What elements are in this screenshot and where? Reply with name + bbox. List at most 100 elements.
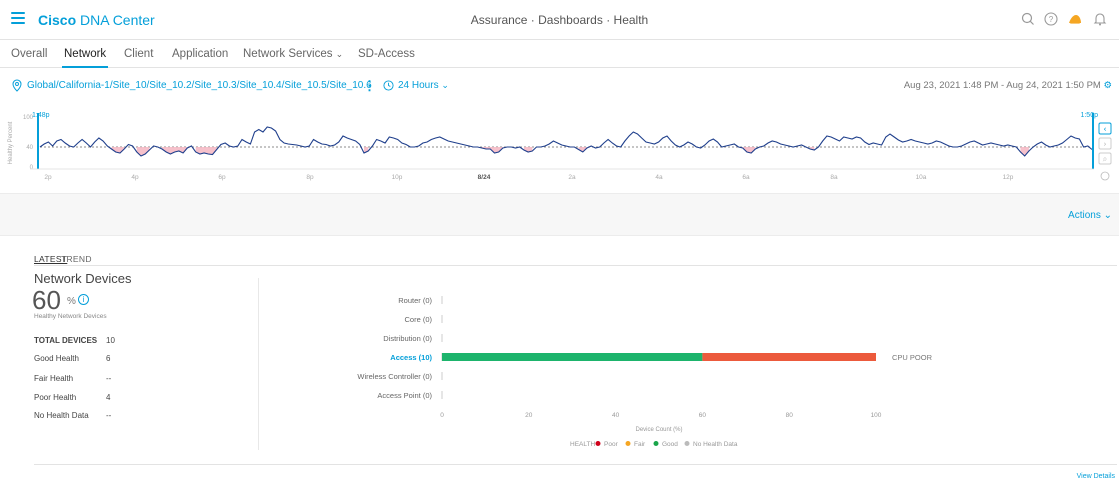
breadcrumb-dashboards[interactable]: Dashboards xyxy=(538,13,603,27)
breadcrumb-assurance[interactable]: Assurance xyxy=(471,13,528,27)
tab-network[interactable]: Network xyxy=(61,48,109,68)
actions-label: Actions xyxy=(1068,210,1101,221)
timeline-x-tick: 4a xyxy=(655,174,663,181)
timeline-x-tick: 2a xyxy=(568,174,576,181)
timeline-x-tick: 10p xyxy=(392,174,403,181)
legend-label: Fair xyxy=(634,441,646,448)
vertical-divider xyxy=(258,278,259,450)
bar-chart-svg: Router (0) Core (0) Distribution (0) Access… xyxy=(357,296,933,448)
more-options-icon[interactable]: ⋮ xyxy=(363,78,376,94)
timeline-x-tick: 8a xyxy=(830,174,838,181)
breadcrumb-separator: · xyxy=(602,13,614,27)
location-row: Global/California-1/Site_10/Site_10.2/Si… xyxy=(0,68,1119,104)
chevron-down-icon: ⌄ xyxy=(335,49,344,59)
view-details-link[interactable]: View Details xyxy=(1077,473,1115,480)
stat-value-poor-health: 4 xyxy=(106,393,111,402)
healthy-percent-value: 60 xyxy=(32,285,61,315)
tab-network-services[interactable]: Network Services ⌄ xyxy=(243,48,343,60)
legend-swatch-fair xyxy=(625,441,631,446)
prev-icon-glyph: ‹ xyxy=(1103,125,1106,134)
time-range: Aug 23, 2021 1:48 PM - Aug 24, 2021 1:50… xyxy=(904,80,1112,91)
legend-swatch-poor xyxy=(595,441,601,446)
legend-swatch-good xyxy=(653,441,659,446)
tab-client[interactable]: Client xyxy=(124,48,153,60)
time-window-label: 24 Hours xyxy=(398,80,439,91)
timeline-chart[interactable]: Healthy Percent1004001:48p 1:50p2p 4p 6p 8p 1… xyxy=(0,103,1119,188)
divider xyxy=(34,265,1117,266)
bar-good xyxy=(442,353,703,361)
svg-text:?: ? xyxy=(1049,15,1054,24)
prev-icon[interactable]: ‹ xyxy=(1098,122,1112,135)
breadcrumb: Assurance · Dashboards · Health xyxy=(0,13,1119,27)
category-label: Access Point (0) xyxy=(377,391,432,400)
category-label: Core (0) xyxy=(404,315,432,324)
stat-label-fair-health: Fair Health xyxy=(34,374,74,383)
chevron-down-icon: ⌄ xyxy=(1103,210,1112,221)
breadcrumb-health: Health xyxy=(613,13,649,27)
health-timeline[interactable]: Healthy Percent 100 40 0 1:48p 1:50p 2p 4p 6p 8p 1… xyxy=(0,103,1119,188)
search-icon[interactable] xyxy=(1020,11,1036,27)
hamburger-menu-icon[interactable] xyxy=(11,12,25,24)
brand-logo[interactable]: Cisco DNA Center xyxy=(38,12,155,28)
location-path[interactable]: Global/California-1/Site_10/Site_10.2/Si… xyxy=(27,80,372,91)
stat-value-no-health-data: -- xyxy=(106,411,112,420)
clock-icon xyxy=(383,80,394,91)
poor-region xyxy=(481,147,503,153)
bar-annotation: CPU POOR xyxy=(892,353,933,362)
zoom-icon-glyph: ⌕ xyxy=(1103,155,1107,164)
timeline-x-tick: 4p xyxy=(131,174,139,181)
time-window-dropdown[interactable]: 24 Hours ⌄ xyxy=(398,80,449,91)
location-pin-icon xyxy=(12,79,22,92)
chevron-down-icon: ⌄ xyxy=(441,80,449,90)
timeline-y-label: Healthy Percent xyxy=(8,121,14,164)
range-start-label: 1:48p xyxy=(32,112,50,119)
zoom-icon[interactable]: ⌕ xyxy=(1098,152,1112,165)
healthy-percent-unit: % xyxy=(67,296,76,307)
stat-value-fair-health: -- xyxy=(106,374,112,383)
nav-tabs: Overall Network Client Application Netwo… xyxy=(0,40,1119,68)
x-tick-label: 0 xyxy=(440,412,444,419)
stat-value-good-health: 6 xyxy=(106,354,111,363)
actions-button[interactable]: Actions ⌄ xyxy=(1068,210,1112,221)
info-icon[interactable]: i xyxy=(78,294,89,305)
legend-label: Good xyxy=(662,441,678,448)
divider xyxy=(34,464,1117,465)
timeline-x-tick: 6a xyxy=(742,174,750,181)
bell-icon[interactable] xyxy=(1092,11,1108,27)
stat-label-total-devices: TOTAL DEVICES xyxy=(34,336,98,345)
alert-icon[interactable] xyxy=(1067,11,1083,27)
stat-label-poor-health: Poor Health xyxy=(34,393,77,402)
time-range-label: Aug 23, 2021 1:48 PM - Aug 24, 2021 1:50… xyxy=(903,80,1101,91)
settings-icon[interactable]: ⚙ xyxy=(1103,80,1112,91)
healthy-devices-subtitle: Healthy Network Devices xyxy=(34,313,107,320)
timeline-y-tick: 0 xyxy=(30,165,34,171)
x-tick-label: 100 xyxy=(871,412,882,419)
stat-value-total-devices: 10 xyxy=(106,336,115,345)
next-icon-glyph: › xyxy=(1103,140,1106,149)
network-devices-title: Network Devices xyxy=(34,271,132,286)
timeline-clock-icon xyxy=(1100,171,1110,181)
legend-title: HEALTH xyxy=(570,441,595,448)
legend-swatch-no-health-data xyxy=(684,441,690,446)
legend-label: Poor xyxy=(604,441,619,448)
x-tick-label: 20 xyxy=(525,412,533,419)
brand-rest: DNA Center xyxy=(76,12,155,28)
top-bar: Cisco DNA Center Assurance · Dashboards … xyxy=(0,0,1119,40)
tab-sd-access[interactable]: SD-Access xyxy=(358,48,415,60)
tab-overall[interactable]: Overall xyxy=(11,48,47,60)
timeline-x-tick: 12p xyxy=(1003,174,1014,181)
stat-label-no-health-data: No Health Data xyxy=(34,411,89,420)
legend-label: No Health Data xyxy=(693,441,738,448)
tab-application[interactable]: Application xyxy=(172,48,228,60)
x-tick-label: 80 xyxy=(786,412,794,419)
help-icon[interactable]: ? xyxy=(1043,11,1059,27)
timeline-x-tick: 2p xyxy=(44,174,52,181)
device-health-bar-chart: Router (0) Core (0) Distribution (0) Access… xyxy=(260,285,1020,455)
timeline-x-tick: 6p xyxy=(218,174,226,181)
subtab-trend[interactable]: TREND xyxy=(61,254,92,264)
next-icon[interactable]: › xyxy=(1098,137,1112,150)
poor-region xyxy=(1020,147,1029,156)
timeline-x-tick: 10a xyxy=(916,174,927,181)
timeline-y-tick: 40 xyxy=(26,145,33,151)
bar-poor xyxy=(702,353,876,361)
